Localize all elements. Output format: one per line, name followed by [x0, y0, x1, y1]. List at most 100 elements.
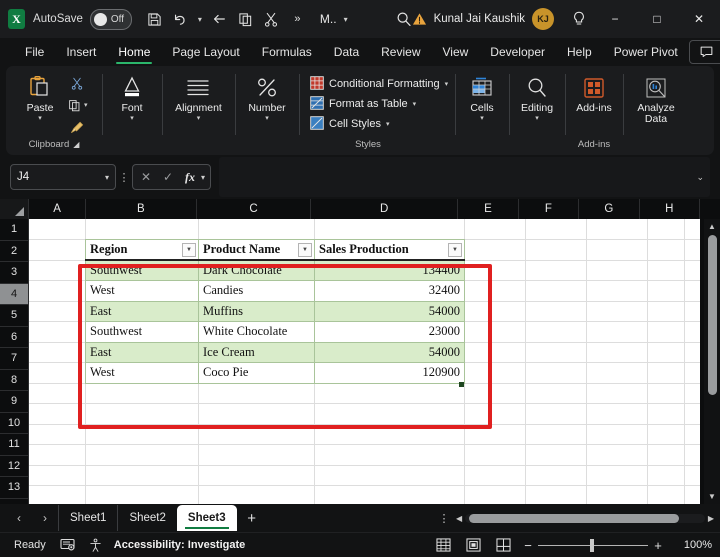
tab-formulas[interactable]: Formulas [251, 38, 323, 66]
tab-insert[interactable]: Insert [55, 38, 107, 66]
tab-data[interactable]: Data [323, 38, 370, 66]
table-row[interactable]: West Candies 32400 [86, 281, 465, 302]
avatar[interactable]: KJ [532, 8, 554, 30]
conditional-formatting-button[interactable]: Conditional Formatting ▾ [307, 74, 451, 94]
row-header-6[interactable]: 6 [0, 327, 29, 349]
redo-icon[interactable] [207, 7, 232, 32]
table-header-sales[interactable]: Sales Production ▼ [315, 240, 465, 261]
row-header-8[interactable]: 8 [0, 370, 29, 392]
chevron-down-icon[interactable]: ▾ [84, 101, 88, 109]
file-name-menu[interactable]: M.. ▾ [320, 12, 352, 26]
cell-product[interactable]: Ice Cream [199, 342, 315, 363]
excel-table[interactable]: Region ▼ Product Name ▼ Sales Production… [85, 239, 465, 384]
add-ins-button[interactable]: Add-ins [568, 72, 620, 116]
cells-button[interactable]: Cells ▾ [456, 72, 508, 124]
sheet-tab-sheet3[interactable]: Sheet3 [177, 505, 237, 531]
cell-styles-button[interactable]: Cell Styles ▾ [307, 114, 392, 134]
row-header-11[interactable]: 11 [0, 434, 29, 456]
tab-home[interactable]: Home [107, 38, 161, 66]
number-button[interactable]: Number ▾ [241, 72, 293, 124]
add-sheet-button[interactable]: + [237, 505, 267, 531]
table-header-region[interactable]: Region ▼ [86, 240, 199, 261]
cell-region[interactable]: West [86, 363, 199, 384]
scroll-down-icon[interactable]: ▼ [708, 489, 716, 504]
chevron-down-icon[interactable]: ▾ [201, 173, 208, 182]
tab-help[interactable]: Help [556, 38, 603, 66]
column-header-d[interactable]: D [311, 199, 458, 220]
row-header-10[interactable]: 10 [0, 413, 29, 435]
vertical-scrollbar[interactable]: ▲ ▼ [704, 219, 720, 504]
table-row[interactable]: West Coco Pie 120900 [86, 363, 465, 384]
zoom-slider[interactable] [538, 545, 648, 546]
cell-sales[interactable]: 134400 [315, 260, 465, 281]
more-commands-icon[interactable]: » [285, 7, 310, 32]
column-header-b[interactable]: B [86, 199, 197, 220]
format-as-table-button[interactable]: Format as Table ▾ [307, 94, 419, 114]
filter-dropdown-icon[interactable]: ▼ [182, 243, 196, 257]
fx-icon[interactable]: fx [179, 166, 201, 188]
paste-button[interactable]: Paste ▾ [14, 72, 66, 124]
name-box[interactable]: J4 ▾ [10, 164, 116, 190]
accessibility-icon[interactable] [82, 538, 110, 553]
autosave-toggle[interactable]: AutoSave Off [33, 9, 132, 30]
cell-sales[interactable]: 23000 [315, 322, 465, 343]
cell-region[interactable]: West [86, 281, 199, 302]
comment-icon[interactable] [689, 40, 720, 64]
chevron-down-icon[interactable]: ▾ [38, 115, 42, 122]
chevron-down-icon[interactable]: ▾ [480, 115, 484, 122]
row-header-2[interactable]: 2 [0, 241, 29, 263]
format-painter-icon[interactable] [66, 117, 88, 137]
chevron-down-icon[interactable]: ▾ [535, 115, 539, 122]
column-header-c[interactable]: C [197, 199, 311, 220]
cell-product[interactable]: Muffins [199, 301, 315, 322]
record-macro-icon[interactable] [54, 538, 82, 552]
column-header-f[interactable]: F [519, 199, 579, 220]
formula-input[interactable]: ⌄ [219, 157, 710, 197]
horizontal-scroll-thumb[interactable] [469, 514, 679, 523]
select-all-button[interactable] [0, 199, 29, 220]
scissors-icon[interactable] [66, 73, 88, 93]
filter-dropdown-icon[interactable]: ▼ [298, 243, 312, 257]
copy-icon[interactable]: ▾ [66, 95, 98, 115]
row-header-1[interactable]: 1 [0, 219, 29, 241]
normal-view-icon[interactable] [428, 534, 458, 556]
cell-region[interactable]: Southwest [86, 260, 199, 281]
row-header-12[interactable]: 12 [0, 456, 29, 478]
chevron-down-icon[interactable]: ▾ [130, 115, 134, 122]
scroll-up-icon[interactable]: ▲ [708, 219, 716, 234]
zoom-in-button[interactable]: + [648, 538, 668, 553]
enter-check-icon[interactable]: ✓ [157, 166, 179, 188]
horizontal-scrollbar[interactable]: ◀ ▶ [456, 511, 714, 525]
chevron-left-icon[interactable]: ‹ [6, 505, 32, 531]
column-header-h[interactable]: H [640, 199, 700, 220]
zoom-out-button[interactable]: − [518, 538, 538, 553]
save-icon[interactable] [142, 7, 167, 32]
chevron-down-icon[interactable]: ▾ [265, 115, 269, 122]
hscroll-right-icon[interactable]: ▶ [708, 514, 714, 523]
table-row[interactable]: Southwest Dark Chocolate 134400 [86, 260, 465, 281]
vertical-scroll-thumb[interactable] [708, 235, 717, 395]
chevron-down-icon[interactable]: ▾ [413, 100, 417, 108]
table-row[interactable]: East Muffins 54000 [86, 301, 465, 322]
lightbulb-icon[interactable] [564, 11, 594, 27]
chevron-down-icon[interactable]: ▾ [445, 80, 449, 88]
warning-triangle-icon[interactable] [412, 12, 427, 26]
dialog-launcher-icon[interactable]: ◢ [73, 140, 79, 149]
cell-region[interactable]: Southwest [86, 322, 199, 343]
undo-dropdown-icon[interactable]: ▾ [194, 15, 206, 24]
sheet-more-button[interactable]: ⋮ [432, 512, 456, 525]
cell-region[interactable]: East [86, 342, 199, 363]
row-header-7[interactable]: 7 [0, 348, 29, 370]
zoom-slider-thumb[interactable] [590, 539, 594, 552]
cell-product[interactable]: Coco Pie [199, 363, 315, 384]
alignment-button[interactable]: Alignment ▾ [170, 72, 227, 124]
table-row[interactable]: East Ice Cream 54000 [86, 342, 465, 363]
cell-sales[interactable]: 54000 [315, 301, 465, 322]
tab-developer[interactable]: Developer [479, 38, 556, 66]
autosave-switch[interactable]: Off [90, 9, 132, 30]
cells-area[interactable]: Region ▼ Product Name ▼ Sales Production… [29, 219, 700, 504]
table-resize-handle[interactable] [459, 382, 464, 387]
cancel-x-icon[interactable]: ✕ [135, 166, 157, 188]
minimize-button[interactable]: − [594, 0, 636, 38]
page-break-view-icon[interactable] [488, 534, 518, 556]
